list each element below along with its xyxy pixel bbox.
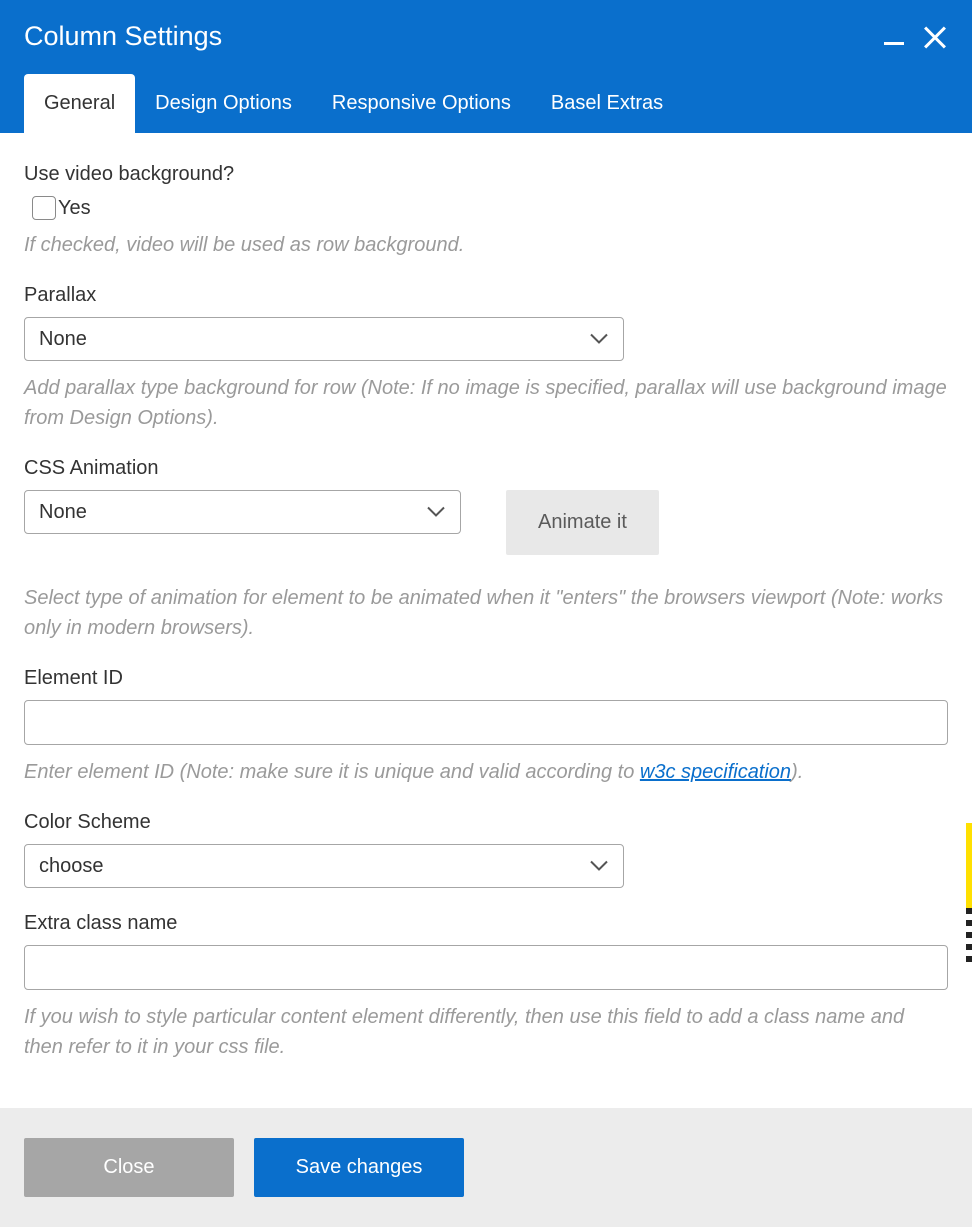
field-element-id: Element ID Enter element ID (Note: make … bbox=[24, 667, 948, 787]
color-scheme-select-wrapper: choose bbox=[24, 844, 624, 888]
video-background-help: If checked, video will be used as row ba… bbox=[24, 230, 948, 260]
animate-it-button[interactable]: Animate it bbox=[506, 490, 659, 555]
close-button[interactable]: Close bbox=[24, 1138, 234, 1197]
dialog-content: Use video background? Yes If checked, vi… bbox=[0, 133, 972, 1106]
color-scheme-label: Color Scheme bbox=[24, 811, 948, 834]
element-id-label: Element ID bbox=[24, 667, 948, 690]
side-dots-marker bbox=[966, 908, 972, 964]
css-animation-select-wrapper: None bbox=[24, 490, 461, 534]
side-accent-marker bbox=[966, 823, 972, 908]
video-background-label: Use video background? bbox=[24, 163, 948, 186]
css-animation-label: CSS Animation bbox=[24, 457, 948, 480]
field-parallax: Parallax None Add parallax type backgrou… bbox=[24, 284, 948, 433]
extra-class-label: Extra class name bbox=[24, 912, 948, 935]
field-video-background: Use video background? Yes If checked, vi… bbox=[24, 163, 948, 260]
minimize-icon[interactable] bbox=[884, 42, 904, 45]
tab-basel-extras[interactable]: Basel Extras bbox=[531, 74, 683, 133]
parallax-select[interactable]: None bbox=[24, 317, 624, 361]
color-scheme-select[interactable]: choose bbox=[24, 844, 624, 888]
dialog-header: Column Settings General Design Options R… bbox=[0, 0, 972, 133]
parallax-help: Add parallax type background for row (No… bbox=[24, 373, 948, 433]
close-icon[interactable] bbox=[922, 24, 948, 50]
save-changes-button[interactable]: Save changes bbox=[254, 1138, 464, 1197]
extra-class-help: If you wish to style particular content … bbox=[24, 1002, 948, 1062]
field-extra-class: Extra class name If you wish to style pa… bbox=[24, 912, 948, 1062]
dialog-title: Column Settings bbox=[24, 21, 222, 52]
dialog-footer: Close Save changes bbox=[0, 1108, 972, 1227]
field-color-scheme: Color Scheme choose bbox=[24, 811, 948, 888]
parallax-select-value: None bbox=[39, 328, 87, 351]
field-css-animation: CSS Animation None Animate it Select typ… bbox=[24, 457, 948, 643]
tab-general[interactable]: General bbox=[24, 74, 135, 133]
css-animation-select[interactable]: None bbox=[24, 490, 461, 534]
parallax-label: Parallax bbox=[24, 284, 948, 307]
video-background-checkbox-label: Yes bbox=[58, 197, 91, 220]
tabs-bar: General Design Options Responsive Option… bbox=[0, 74, 972, 133]
video-background-checkbox[interactable] bbox=[32, 196, 56, 220]
video-background-checkbox-row: Yes bbox=[32, 196, 948, 220]
css-animation-help: Select type of animation for element to … bbox=[24, 583, 948, 643]
element-id-help-suffix: ). bbox=[791, 761, 803, 783]
window-controls bbox=[884, 24, 948, 50]
element-id-help-prefix: Enter element ID (Note: make sure it is … bbox=[24, 761, 640, 783]
css-animation-select-value: None bbox=[39, 501, 87, 524]
color-scheme-select-value: choose bbox=[39, 855, 104, 878]
tab-design-options[interactable]: Design Options bbox=[135, 74, 312, 133]
parallax-select-wrapper: None bbox=[24, 317, 624, 361]
element-id-input[interactable] bbox=[24, 700, 948, 745]
tab-responsive-options[interactable]: Responsive Options bbox=[312, 74, 531, 133]
element-id-help: Enter element ID (Note: make sure it is … bbox=[24, 757, 948, 787]
w3c-specification-link[interactable]: w3c specification bbox=[640, 761, 791, 783]
extra-class-input[interactable] bbox=[24, 945, 948, 990]
